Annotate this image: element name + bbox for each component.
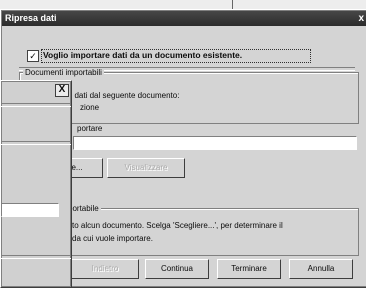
cancel-button[interactable]: Annulla	[289, 259, 353, 279]
continue-button[interactable]: Continua	[145, 259, 209, 279]
choose-button-label: e...	[71, 163, 83, 172]
back-button[interactable]: Indietro	[71, 259, 139, 279]
finish-button-label: Terminare	[231, 264, 267, 273]
import-checkbox-label[interactable]: Voglio importare dati da un documento es…	[43, 50, 242, 60]
file-label: portare	[77, 124, 103, 133]
file-path-field[interactable]	[73, 136, 357, 150]
overlapping-dialog: X	[0, 80, 72, 288]
back-button-label: Indietro	[91, 264, 119, 273]
title-bar[interactable]: Ripresa dati x	[2, 11, 366, 26]
import-checkbox[interactable]: ✓	[27, 50, 39, 62]
finish-button[interactable]: Terminare	[217, 259, 281, 279]
front-field-1[interactable]	[1, 203, 59, 217]
documents-line-2: zione	[80, 103, 100, 112]
front-separator-3	[1, 255, 71, 259]
cancel-button-label: Annulla	[307, 264, 335, 273]
close-icon[interactable]: x	[358, 11, 364, 26]
view-button[interactable]: Visualizzare	[107, 158, 185, 178]
background-window-strip	[0, 0, 366, 9]
background-divider	[232, 0, 233, 9]
info-line-1: to alcun documento. Scelga 'Scegliere...…	[72, 221, 283, 230]
front-separator-2	[1, 141, 71, 145]
view-button-label: Visualizzare	[124, 163, 168, 172]
continue-button-label: Continua	[160, 264, 194, 273]
window-title: Ripresa dati	[5, 13, 57, 23]
front-separator-1	[1, 103, 71, 107]
documents-group-title: Documenti importabili	[23, 68, 104, 77]
info-line-2: da cui vuole importare.	[72, 234, 153, 243]
close-icon[interactable]: X	[55, 84, 69, 97]
